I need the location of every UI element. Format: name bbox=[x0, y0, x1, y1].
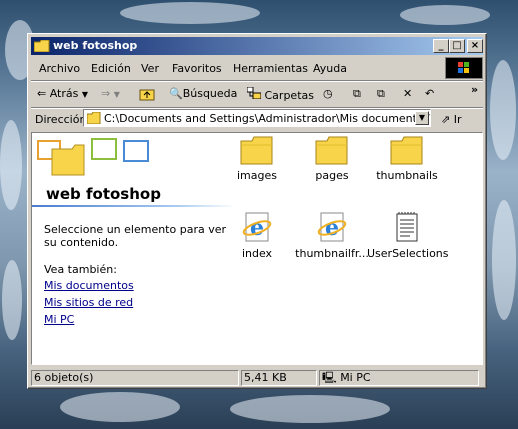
title-underline bbox=[32, 205, 236, 207]
menu-edicion[interactable]: Edición bbox=[91, 62, 131, 75]
maximize-button[interactable]: □ bbox=[449, 39, 465, 53]
go-button[interactable]: ⇗ Ir bbox=[441, 113, 462, 126]
history-icon: ◷ bbox=[323, 87, 333, 100]
computer-icon: 🖳 bbox=[322, 371, 337, 384]
file-item-label: index bbox=[241, 247, 273, 260]
link-mi-pc[interactable]: Mi PC bbox=[44, 313, 74, 326]
move-to-button[interactable]: ⧉ bbox=[353, 87, 361, 101]
svg-text:e: e bbox=[250, 215, 264, 241]
status-location: 🖳 Mi PC bbox=[319, 370, 479, 386]
history-button[interactable]: ◷ bbox=[323, 87, 333, 100]
menu-favoritos[interactable]: Favoritos bbox=[172, 62, 222, 75]
up-folder-button[interactable] bbox=[139, 87, 155, 104]
back-arrow-icon: ⇐ bbox=[37, 87, 47, 100]
see-also-label: Vea también: bbox=[44, 263, 117, 276]
chevron-down-icon: ▼ bbox=[81, 90, 89, 99]
go-arrow-icon: ⇗ bbox=[441, 113, 451, 126]
file-item-thumbnails[interactable]: thumbnails bbox=[367, 135, 447, 182]
text-document-icon bbox=[396, 212, 418, 242]
toolbar-overflow-chevron[interactable]: » bbox=[471, 83, 478, 96]
folder-view: web fotoshop Seleccione un elemento para… bbox=[31, 132, 483, 365]
chevron-down-icon: ▼ bbox=[113, 90, 120, 99]
address-value: C:\Documents and Settings\Administrador\… bbox=[104, 112, 431, 125]
file-item-label: pages bbox=[315, 169, 349, 182]
file-item-userselections[interactable]: UserSelections bbox=[367, 211, 449, 260]
close-button[interactable]: × bbox=[467, 39, 483, 53]
search-label: Búsqueda bbox=[182, 87, 238, 100]
menu-herramientas[interactable]: Herramientas bbox=[233, 62, 308, 75]
move-to-icon: ⧉ bbox=[353, 87, 361, 100]
window-title: web fotoshop bbox=[53, 39, 138, 52]
file-item-label: thumbnails bbox=[376, 169, 438, 182]
explorer-window: web fotoshop _ □ × Archivo Edición Ver F… bbox=[27, 33, 487, 389]
file-item-index[interactable]: e index bbox=[217, 211, 297, 260]
status-location-label: Mi PC bbox=[340, 371, 371, 384]
ie-document-icon: e bbox=[242, 212, 272, 242]
undo-icon: ↶ bbox=[425, 87, 435, 100]
svg-text:e: e bbox=[325, 215, 339, 241]
menu-ayuda[interactable]: Ayuda bbox=[313, 62, 347, 75]
forward-arrow-icon: ⇒ bbox=[101, 87, 111, 100]
back-label: Atrás bbox=[49, 87, 79, 100]
status-bar: 6 objeto(s) 5,41 KB 🖳 Mi PC bbox=[31, 370, 483, 388]
go-label: Ir bbox=[453, 113, 462, 126]
address-label: Dirección bbox=[35, 113, 87, 126]
search-button[interactable]: 🔍Búsqueda bbox=[169, 87, 237, 100]
folder-icon bbox=[34, 40, 50, 52]
link-mis-documentos[interactable]: Mis documentos bbox=[44, 279, 134, 292]
toolbar: ⇐ Atrás ▼ ⇒ ▼ 🔍Búsqueda Carpetas ◷ ⧉ ⧉ ✕… bbox=[31, 81, 483, 107]
file-item-label: images bbox=[237, 169, 277, 182]
folder-icon bbox=[315, 136, 348, 165]
status-size: 5,41 KB bbox=[241, 370, 317, 386]
folders-icon bbox=[246, 86, 262, 100]
forward-button[interactable]: ⇒ ▼ bbox=[101, 87, 120, 100]
copy-to-button[interactable]: ⧉ bbox=[377, 87, 385, 101]
address-input[interactable]: C:\Documents and Settings\Administrador\… bbox=[83, 109, 431, 127]
search-icon: 🔍 bbox=[169, 87, 183, 100]
file-item-thumbnailframe[interactable]: e thumbnailfr... bbox=[292, 211, 372, 260]
web-view-panel: web fotoshop Seleccione un elemento para… bbox=[32, 133, 236, 364]
undo-button[interactable]: ↶ bbox=[425, 87, 434, 100]
folder-banner-icon bbox=[37, 138, 149, 176]
delete-button[interactable]: ✕ bbox=[403, 87, 412, 100]
status-object-count: 6 objeto(s) bbox=[31, 370, 239, 386]
file-item-images[interactable]: images bbox=[217, 135, 297, 182]
folder-icon bbox=[390, 136, 423, 165]
folder-icon bbox=[240, 136, 273, 165]
up-folder-icon bbox=[139, 89, 155, 101]
file-item-label: UserSelections bbox=[367, 247, 449, 260]
folders-button[interactable]: Carpetas bbox=[246, 86, 314, 102]
menu-archivo[interactable]: Archivo bbox=[39, 62, 80, 75]
link-mis-sitios-de-red[interactable]: Mis sitios de red bbox=[44, 296, 133, 309]
file-item-label: thumbnailfr... bbox=[295, 247, 369, 260]
address-bar: Dirección C:\Documents and Settings\Admi… bbox=[31, 107, 483, 131]
folder-icon bbox=[87, 112, 101, 124]
delete-icon: ✕ bbox=[403, 87, 413, 100]
file-item-pages[interactable]: pages bbox=[292, 135, 372, 182]
copy-to-icon: ⧉ bbox=[377, 87, 385, 100]
menu-bar: Archivo Edición Ver Favoritos Herramient… bbox=[31, 57, 483, 79]
address-dropdown-button[interactable]: ▼ bbox=[415, 111, 429, 125]
panel-description: Seleccione un elemento para ver su conte… bbox=[44, 223, 226, 249]
folders-label: Carpetas bbox=[264, 89, 314, 102]
ie-document-icon: e bbox=[317, 212, 347, 242]
windows-logo-icon bbox=[445, 57, 483, 79]
folder-title: web fotoshop bbox=[46, 185, 161, 203]
title-bar[interactable]: web fotoshop _ □ × bbox=[31, 37, 483, 55]
back-button[interactable]: ⇐ Atrás ▼ bbox=[37, 87, 88, 100]
menu-ver[interactable]: Ver bbox=[141, 62, 159, 75]
minimize-button[interactable]: _ bbox=[433, 39, 449, 53]
